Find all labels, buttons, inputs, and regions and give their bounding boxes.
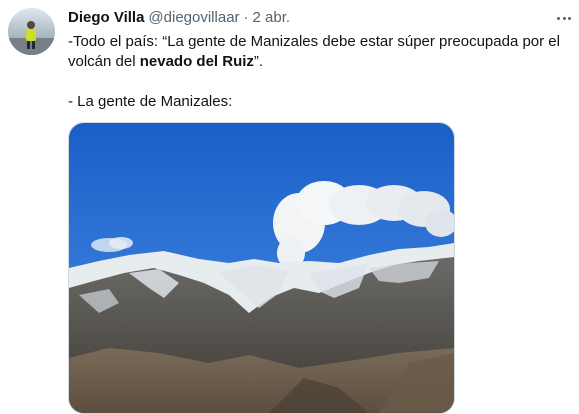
author-handle[interactable]: @diegovillaar bbox=[148, 8, 239, 28]
volcano-photo bbox=[69, 123, 454, 413]
avatar-image bbox=[8, 8, 55, 55]
tweet-text-bold: nevado del Ruiz bbox=[139, 53, 254, 70]
more-dot bbox=[567, 16, 571, 20]
avatar[interactable] bbox=[8, 8, 55, 55]
more-options-icon[interactable] bbox=[553, 8, 575, 28]
tweet-date[interactable]: 2 abr. bbox=[253, 8, 291, 28]
tweet-text-suffix: ”. bbox=[253, 53, 264, 70]
tweet-text-line1: -Todo el país: “La gente de Manizales de… bbox=[68, 32, 573, 72]
tweet-text: -Todo el país: “La gente de Manizales de… bbox=[68, 32, 573, 112]
tweet-header: Diego Villa @diegovillaar · 2 abr. bbox=[68, 8, 290, 28]
tweet-text-line2: - La gente de Manizales: bbox=[68, 93, 233, 110]
separator-dot: · bbox=[243, 9, 249, 26]
more-dot bbox=[562, 16, 566, 20]
more-dot bbox=[557, 16, 561, 20]
author-name[interactable]: Diego Villa bbox=[68, 8, 144, 28]
tweet[interactable]: Diego Villa @diegovillaar · 2 abr. -Todo… bbox=[0, 0, 579, 414]
tweet-media-photo[interactable] bbox=[68, 122, 455, 414]
